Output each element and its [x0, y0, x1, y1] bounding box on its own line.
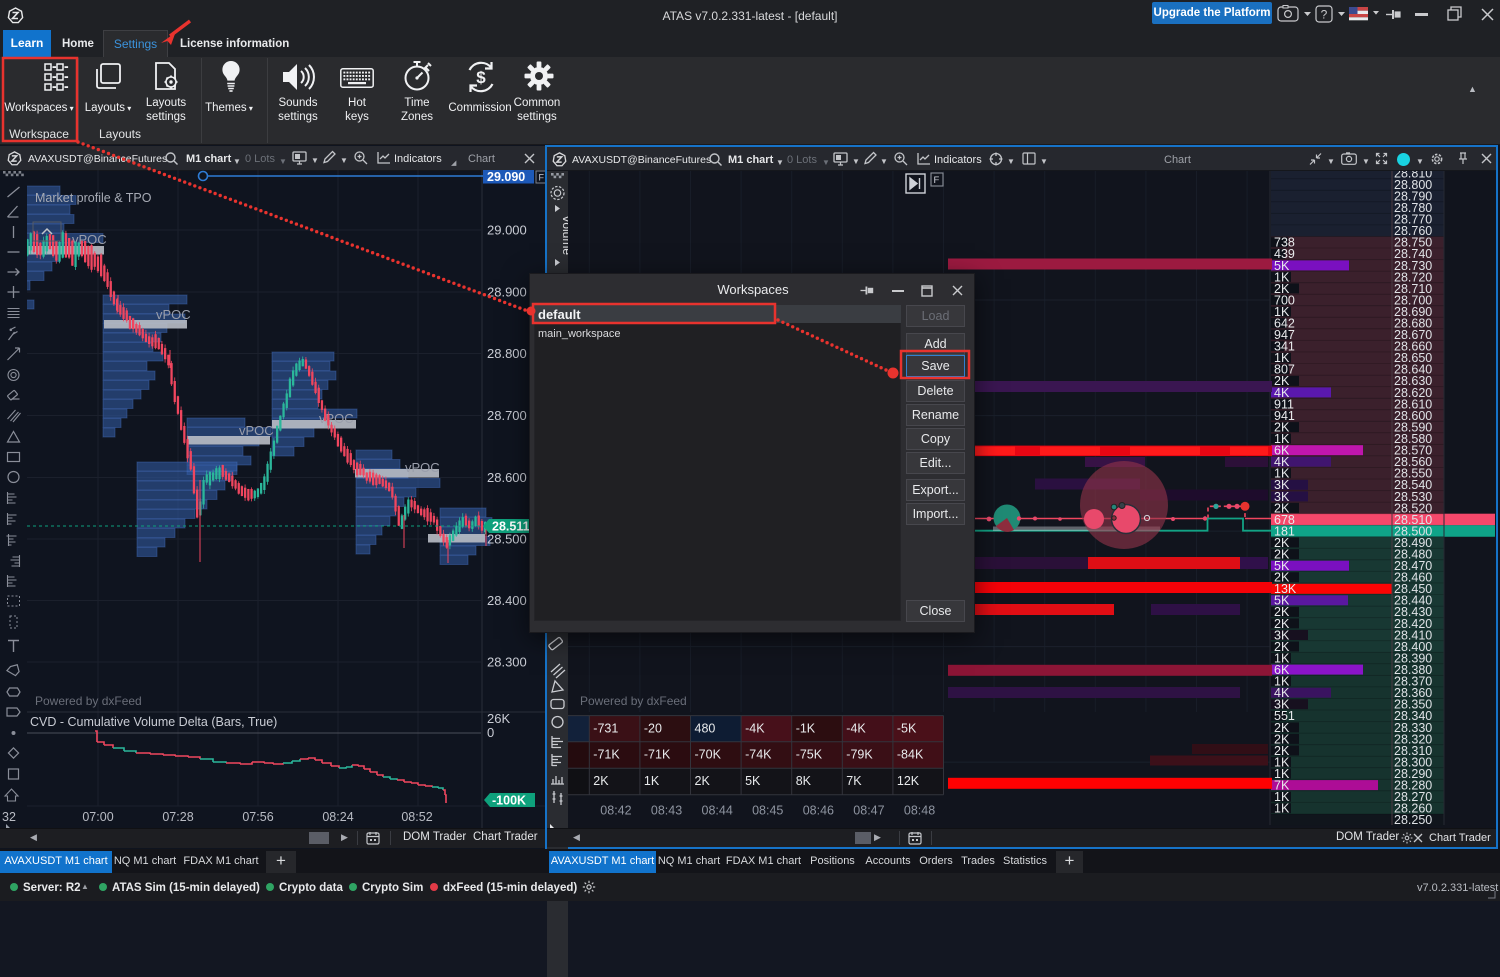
svg-text:F: F [934, 175, 940, 186]
svg-text:08:24: 08:24 [322, 810, 353, 824]
svg-text:29.090: 29.090 [487, 170, 525, 184]
svg-text:28.250: 28.250 [1394, 813, 1432, 827]
svg-text:2K: 2K [695, 774, 711, 788]
svg-text:7K: 7K [846, 774, 862, 788]
svg-text:vPOC: vPOC [156, 307, 191, 322]
svg-text:vPOC: vPOC [72, 232, 107, 247]
svg-text:28.511: 28.511 [492, 520, 530, 534]
svg-text:2K: 2K [593, 774, 609, 788]
svg-text:07:56: 07:56 [242, 810, 273, 824]
svg-text:07:00: 07:00 [82, 810, 113, 824]
svg-text:vPOC: vPOC [239, 423, 274, 438]
svg-text:Market profile & TPO: Market profile & TPO [35, 191, 152, 205]
svg-text:Powered by dxFeed: Powered by dxFeed [35, 694, 142, 708]
svg-text:-731: -731 [593, 722, 618, 736]
svg-text:$: $ [476, 68, 486, 87]
svg-text:-1K: -1K [796, 722, 816, 736]
svg-text:08:44: 08:44 [702, 804, 733, 818]
svg-text:vPOC: vPOC [405, 460, 440, 475]
svg-text:1K: 1K [644, 774, 660, 788]
svg-text:29.000: 29.000 [487, 223, 527, 238]
svg-text:5K: 5K [745, 774, 761, 788]
svg-text:28.400: 28.400 [487, 593, 527, 608]
svg-text:26K: 26K [487, 711, 510, 726]
svg-text:-20: -20 [644, 722, 662, 736]
svg-text:-5K: -5K [897, 722, 917, 736]
svg-text:-4K: -4K [846, 722, 866, 736]
svg-text:08:46: 08:46 [803, 804, 834, 818]
svg-text:08:47: 08:47 [853, 804, 884, 818]
svg-text:-79K: -79K [846, 748, 873, 762]
svg-text:-70K: -70K [695, 748, 722, 762]
svg-text:CVD - Cumulative Volume Delta: CVD - Cumulative Volume Delta (Bars, Tru… [30, 715, 277, 729]
svg-text:-100K: -100K [492, 794, 526, 808]
svg-text:8K: 8K [796, 774, 812, 788]
svg-text:28.500: 28.500 [487, 532, 527, 547]
svg-text:-4K: -4K [745, 722, 765, 736]
svg-text:08:43: 08:43 [651, 804, 682, 818]
svg-text:-75K: -75K [796, 748, 823, 762]
svg-text:28.700: 28.700 [487, 408, 527, 423]
svg-text:-74K: -74K [745, 748, 772, 762]
svg-text:28.900: 28.900 [487, 285, 527, 300]
svg-text:28.600: 28.600 [487, 470, 527, 485]
svg-text:0: 0 [487, 725, 494, 740]
svg-text:-84K: -84K [897, 748, 924, 762]
svg-text:08:45: 08:45 [752, 804, 783, 818]
svg-text:Volume: Volume [560, 215, 568, 255]
svg-text:08:48: 08:48 [904, 804, 935, 818]
svg-text:08:52: 08:52 [401, 810, 432, 824]
svg-text:08:42: 08:42 [600, 804, 631, 818]
svg-text:F: F [539, 173, 545, 183]
svg-text:07:28: 07:28 [162, 810, 193, 824]
svg-text:28.800: 28.800 [487, 346, 527, 361]
svg-text:Powered by dxFeed: Powered by dxFeed [580, 694, 687, 708]
svg-text:12K: 12K [897, 774, 920, 788]
svg-text:?: ? [1321, 8, 1328, 22]
svg-text:-71K: -71K [593, 748, 620, 762]
svg-text:480: 480 [695, 722, 716, 736]
svg-text:-71K: -71K [644, 748, 671, 762]
svg-text:28.300: 28.300 [487, 655, 527, 670]
